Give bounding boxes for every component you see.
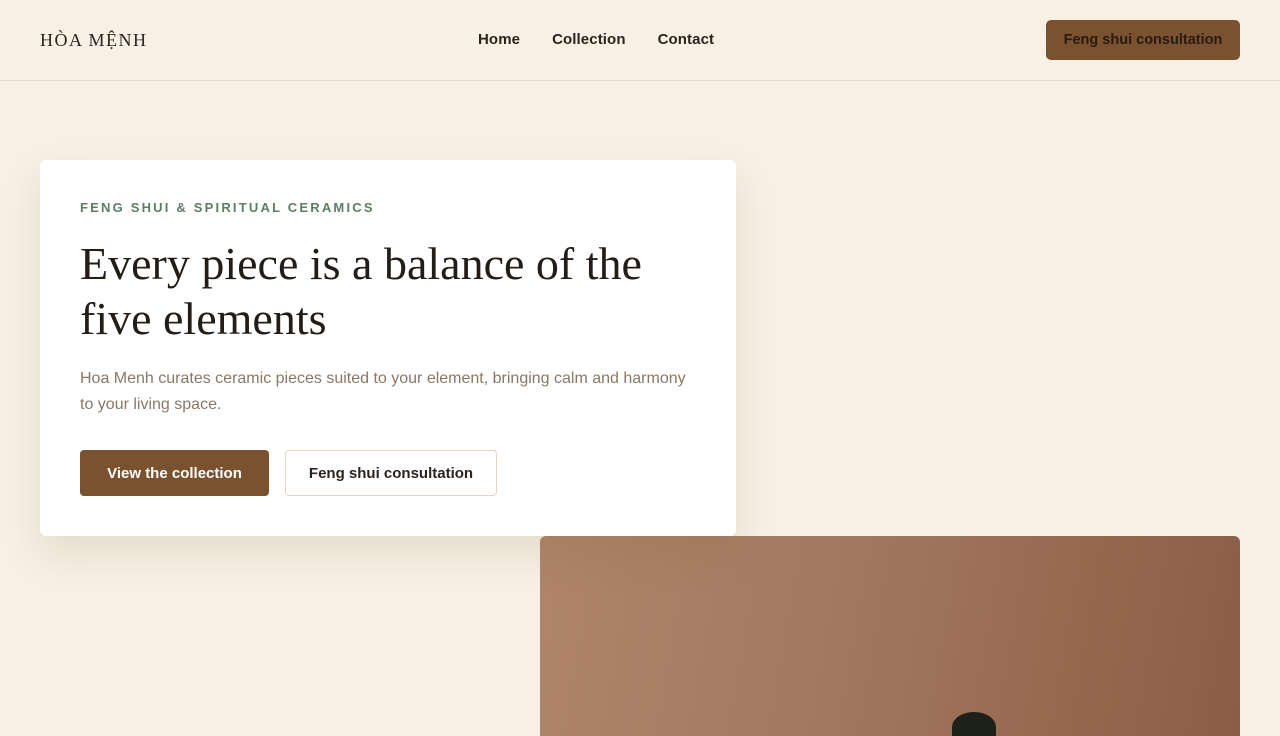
consultation-button[interactable]: Feng shui consultation [285, 450, 497, 496]
header-consultation-button[interactable]: Feng shui consultation [1046, 20, 1240, 60]
main-nav: Home Collection Contact [478, 31, 714, 48]
nav-contact[interactable]: Contact [658, 31, 715, 48]
hero-description: Hoa Menh curates ceramic pieces suited t… [80, 370, 686, 413]
vase-shape [952, 712, 996, 736]
view-collection-button[interactable]: View the collection [80, 450, 269, 496]
hero-image [540, 536, 1240, 736]
hero-card: FENG SHUI & SPIRITUAL CERAMICS Every pie… [40, 160, 736, 536]
nav-collection[interactable]: Collection [552, 31, 626, 48]
hero-headline: Every piece is a balance of the five ele… [80, 238, 642, 344]
site-header: HÒA MỆNH Home Collection Contact Feng sh… [0, 0, 1280, 81]
hero-eyebrow: FENG SHUI & SPIRITUAL CERAMICS [80, 200, 375, 215]
brand-logo[interactable]: HÒA MỆNH [40, 30, 148, 51]
nav-home[interactable]: Home [478, 31, 520, 48]
